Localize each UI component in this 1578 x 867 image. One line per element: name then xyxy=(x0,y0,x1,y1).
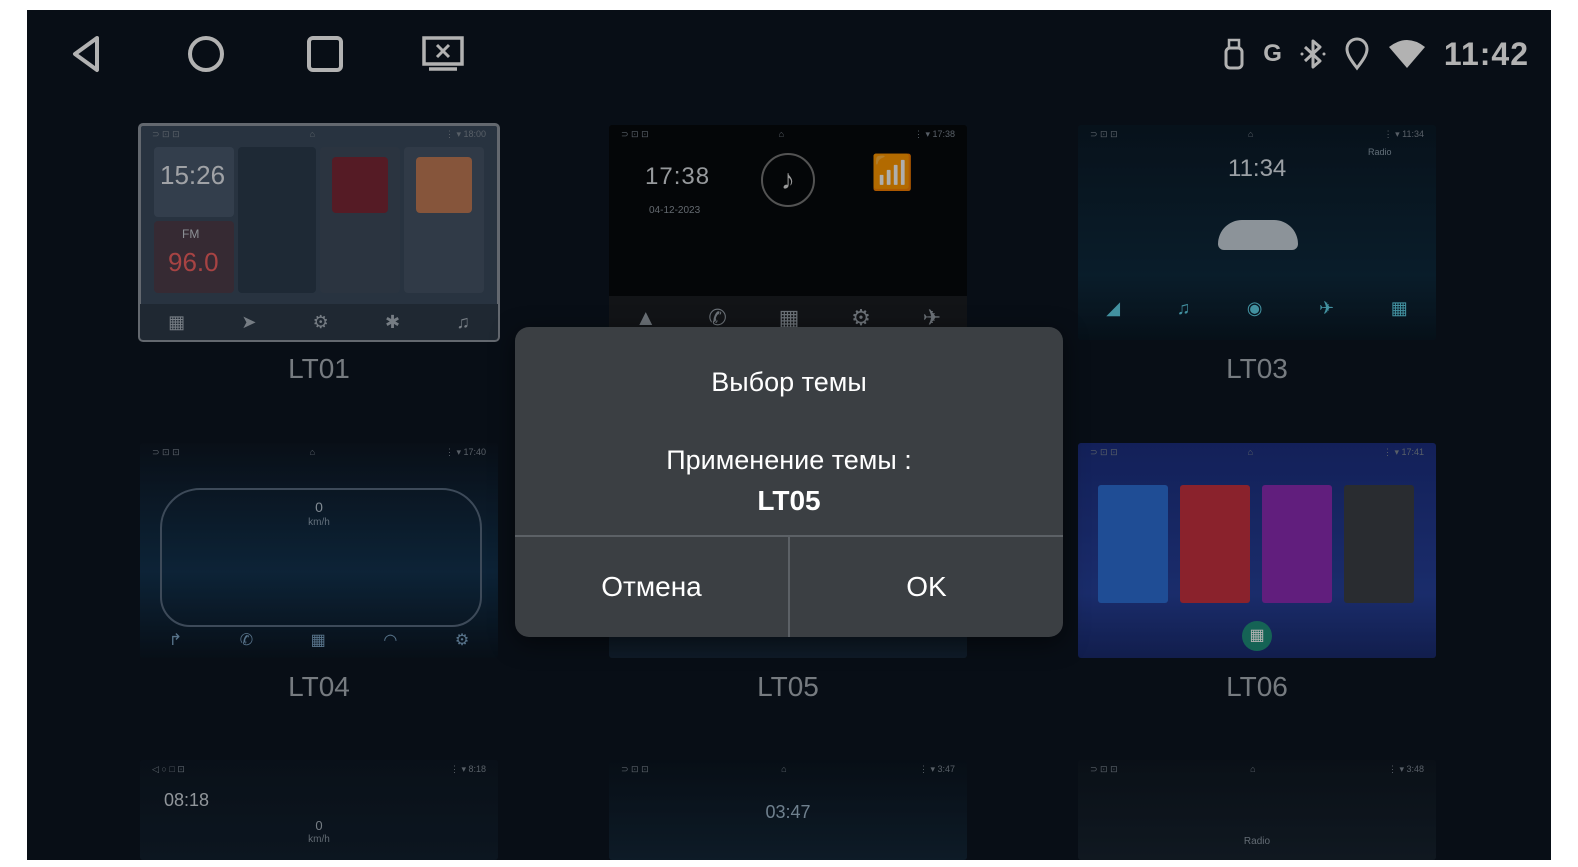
location-icon xyxy=(1344,37,1370,71)
dialog-title: Выбор темы xyxy=(711,367,867,397)
theme-card-lt07[interactable]: ◁ ○ □ ⊡ ⋮ ▾ 8:18 08:18 0 km/h xyxy=(140,760,498,860)
theme-label-lt01: LT01 xyxy=(288,353,350,384)
theme-dialog: Выбор темы Применение темы : LT05 Отмена… xyxy=(515,327,1063,637)
usb-icon xyxy=(1223,38,1245,70)
preview-time: 15:26 xyxy=(160,160,226,190)
theme-card-lt04[interactable]: ⊃ ⊡ ⊡ ⌂ ⋮ ▾ 17:40 0 km/h ↱ ✆ ▦ ◠ ⚙ LT04 xyxy=(140,443,498,702)
status-time: 11:42 xyxy=(1443,35,1529,72)
preview-time: 11:34 xyxy=(1228,155,1287,182)
theme-label-lt05: LT05 xyxy=(757,671,819,702)
theme-preview-lt07: ◁ ○ □ ⊡ ⋮ ▾ 8:18 08:18 0 km/h xyxy=(140,760,498,860)
theme-preview-lt01: ⊃ ⊡ ⊡ ⌂ ⋮ ▾ 18:00 15:26 FM 96.0 ▦ ➤ ⚙ ✱ ♫ xyxy=(138,123,500,342)
g-icon: G xyxy=(1263,40,1282,67)
theme-preview-lt04: ⊃ ⊡ ⊡ ⌂ ⋮ ▾ 17:40 0 km/h ↱ ✆ ▦ ◠ ⚙ xyxy=(140,443,498,658)
back-icon[interactable] xyxy=(65,32,109,76)
status-bar: G 11:42 xyxy=(1223,36,1529,72)
dialog-theme-name: LT05 xyxy=(757,485,821,516)
preview-time: 08:18 xyxy=(164,790,210,810)
theme-label-lt04: LT04 xyxy=(288,671,350,702)
home-icon[interactable] xyxy=(184,32,228,76)
theme-preview-lt03: ⊃ ⊡ ⊡ ⌂ ⋮ ▾ 11:34 11:34 Radio ◢ ♫ ◉ ✈ ▦ xyxy=(1078,125,1436,340)
theme-card-lt09[interactable]: ⊃ ⊡ ⊡ ⌂ ⋮ ▾ 3:48 Radio xyxy=(1078,760,1436,860)
ok-button[interactable]: OK xyxy=(790,537,1063,637)
cancel-button[interactable]: Отмена xyxy=(515,537,788,637)
theme-preview-lt02: ⊃ ⊡ ⊡ ⌂ ⋮ ▾ 17:38 17:38 04-12-2023 ♪ 📶 ▲ ✆ ▦… xyxy=(609,125,967,340)
theme-label-lt06: LT06 xyxy=(1226,671,1288,702)
recents-icon[interactable] xyxy=(303,32,347,76)
theme-card-lt06[interactable]: ⊃ ⊡ ⊡ ⌂ ⋮ ▾ 17:41 ▦ LT06 xyxy=(1078,443,1436,702)
theme-card-lt01[interactable]: ⊃ ⊡ ⊡ ⌂ ⋮ ▾ 18:00 15:26 FM 96.0 ▦ ➤ ⚙ ✱ ♫ LT01 xyxy=(138,123,500,384)
theme-card-lt03[interactable]: ⊃ ⊡ ⊡ ⌂ ⋮ ▾ 11:34 11:34 Radio ◢ ♫ ◉ ✈ ▦ LT03 xyxy=(1078,125,1436,384)
preview-radio: 96.0 xyxy=(168,247,219,277)
theme-preview-lt08: ⊃ ⊡ ⊡ ⌂ ⋮ ▾ 3:47 03:47 xyxy=(609,760,967,860)
theme-card-lt02[interactable]: ⊃ ⊡ ⊡ ⌂ ⋮ ▾ 17:38 17:38 04-12-2023 ♪ 📶 ▲ ✆ ▦… xyxy=(609,125,967,340)
bluetooth-icon xyxy=(1300,37,1326,71)
wifi-icon xyxy=(1388,39,1426,69)
theme-card-lt08[interactable]: ⊃ ⊡ ⊡ ⌂ ⋮ ▾ 3:47 03:47 xyxy=(609,760,967,860)
dialog-message: Применение темы : xyxy=(666,445,912,475)
theme-preview-lt09: ⊃ ⊡ ⊡ ⌂ ⋮ ▾ 3:48 Radio xyxy=(1078,760,1436,860)
screen-off-icon[interactable] xyxy=(421,32,465,76)
preview-time: 17:38 xyxy=(645,163,711,190)
preview-time: 03:47 xyxy=(765,802,811,822)
theme-preview-lt06: ⊃ ⊡ ⊡ ⌂ ⋮ ▾ 17:41 ▦ xyxy=(1078,443,1436,658)
screen: G 11:42 ⊃ ⊡ ⊡ ⌂ ⋮ ▾ 18:00 15:26 FM 96.0 ▦ ➤… xyxy=(27,10,1551,860)
theme-label-lt03: LT03 xyxy=(1226,353,1288,384)
